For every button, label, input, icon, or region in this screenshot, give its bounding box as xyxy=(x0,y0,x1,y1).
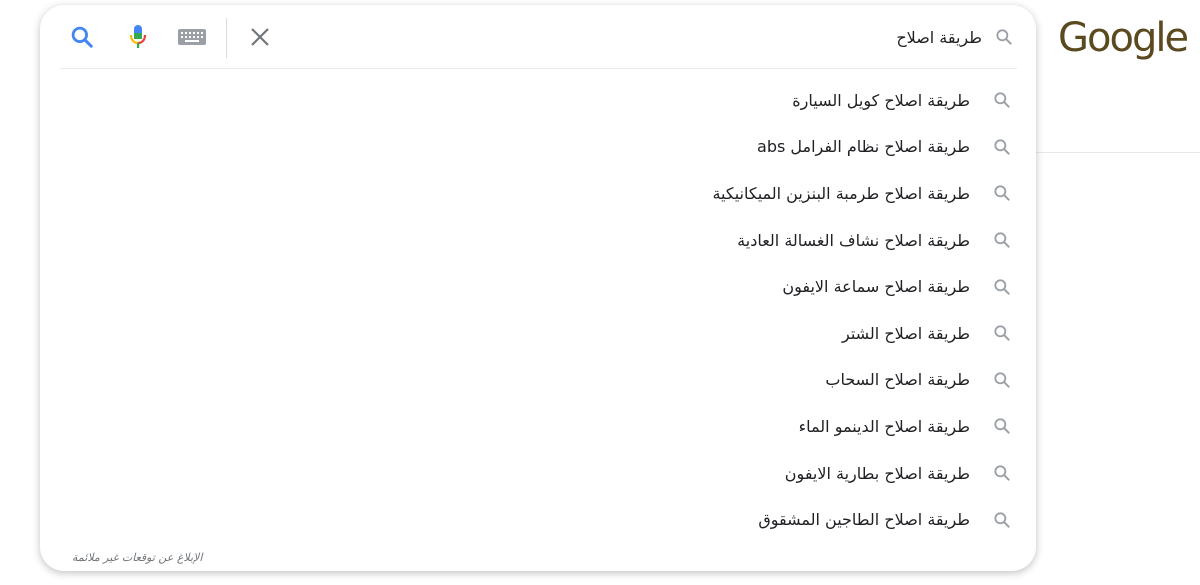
search-icon xyxy=(990,275,1014,299)
suggestion-text: طريقة اصلاح السحاب xyxy=(825,370,970,390)
search-bar xyxy=(40,5,1036,69)
search-suggestions-box: طريقة اصلاح كويل السيارة طريقة اصلاح نظا… xyxy=(40,5,1036,571)
search-icon xyxy=(990,414,1014,438)
close-icon[interactable] xyxy=(244,21,276,53)
suggestion-text: طريقة اصلاح الدينمو الماء xyxy=(798,416,970,436)
mic-icon[interactable] xyxy=(122,21,154,53)
suggestion-item[interactable]: طريقة اصلاح الدينمو الماء xyxy=(40,403,1036,450)
suggestion-item[interactable]: طريقة اصلاح نظام الفرامل abs xyxy=(40,124,1036,171)
suggestion-item[interactable]: طريقة اصلاح الشتر xyxy=(40,310,1036,357)
query-wrap xyxy=(422,17,1016,57)
keyboard-icon[interactable] xyxy=(176,21,208,53)
search-icon[interactable] xyxy=(66,21,98,53)
search-icon xyxy=(990,88,1014,112)
search-page: Google طريقة اصلاح طريقة اصلاح كويل السي… xyxy=(0,0,1200,585)
suggestion-item[interactable]: طريقة اصلاح سماعة الايفون xyxy=(40,263,1036,310)
search-icon xyxy=(990,228,1014,252)
suggestion-text: طريقة اصلاح بطارية الايفون xyxy=(784,463,970,483)
suggestion-list: طريقة اصلاح كويل السيارة طريقة اصلاح نظا… xyxy=(40,77,1036,543)
search-icon xyxy=(990,508,1014,532)
google-logo[interactable]: Google xyxy=(1058,10,1189,66)
suggestion-text: طريقة اصلاح سماعة الايفون xyxy=(782,277,970,297)
report-predictions-link[interactable]: الإبلاغ عن توقعات غير ملائمة xyxy=(72,551,202,564)
suggestion-text: طريقة اصلاح كويل السيارة xyxy=(792,90,970,110)
suggestion-item[interactable]: طريقة اصلاح نشاف الغسالة العادية xyxy=(40,217,1036,264)
suggestion-item[interactable]: طريقة اصلاح بطارية الايفون xyxy=(40,450,1036,497)
suggestion-text: طريقة اصلاح نظام الفرامل abs xyxy=(757,137,970,157)
suggestion-text: طريقة اصلاح الشتر xyxy=(841,323,970,343)
suggestion-item[interactable]: طريقة اصلاح السحاب xyxy=(40,357,1036,404)
suggestion-item[interactable]: طريقة اصلاح كويل السيارة xyxy=(40,77,1036,124)
suggestion-text: طريقة اصلاح طرمبة البنزين الميكانيكية xyxy=(712,183,970,203)
divider xyxy=(226,18,227,58)
header-divider xyxy=(1035,152,1200,153)
search-icon xyxy=(990,181,1014,205)
suggestion-text: طريقة اصلاح الطاجين المشقوق xyxy=(758,510,970,530)
search-row-divider xyxy=(60,68,1017,69)
suggestion-item[interactable]: طريقة اصلاح الطاجين المشقوق xyxy=(40,496,1036,543)
search-input[interactable] xyxy=(422,27,982,47)
search-icon xyxy=(990,368,1014,392)
suggestion-text: طريقة اصلاح نشاف الغسالة العادية xyxy=(737,230,970,250)
search-icon xyxy=(990,135,1014,159)
search-icon xyxy=(992,25,1016,49)
search-icon xyxy=(990,461,1014,485)
search-icon xyxy=(990,321,1014,345)
suggestion-item[interactable]: طريقة اصلاح طرمبة البنزين الميكانيكية xyxy=(40,170,1036,217)
